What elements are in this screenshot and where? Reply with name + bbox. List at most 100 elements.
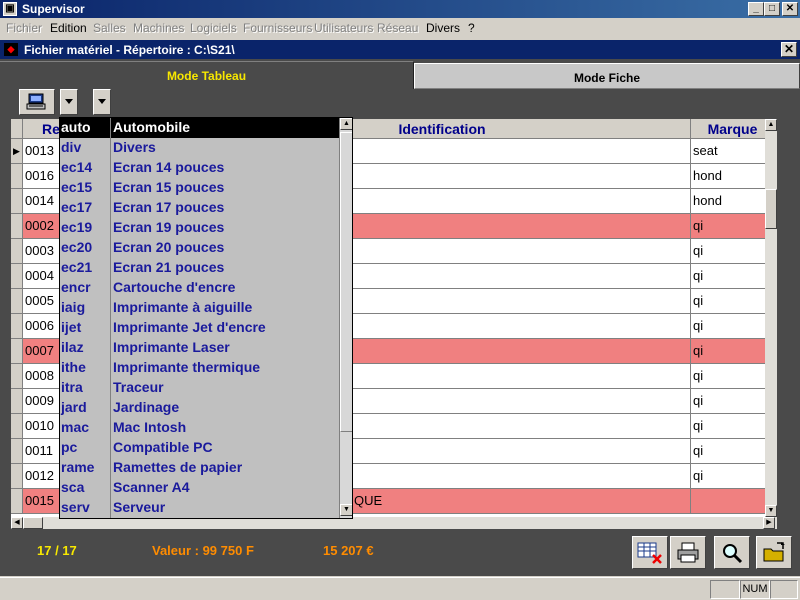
row-indicator[interactable]: [11, 314, 23, 339]
cell-marque[interactable]: qi: [691, 339, 775, 364]
scroll-thumb[interactable]: [765, 189, 777, 229]
row-indicator[interactable]: [11, 439, 23, 464]
dropdown-item[interactable]: ec14 Ecran 14 pouces: [60, 158, 339, 178]
dropdown-item[interactable]: serv Serveur: [60, 498, 339, 518]
column-divider: [110, 198, 111, 218]
dropdown-item[interactable]: ec19 Ecran 19 pouces: [60, 218, 339, 238]
open-button[interactable]: [756, 536, 792, 569]
cell-marque[interactable]: seat: [691, 139, 775, 164]
row-indicator[interactable]: [11, 414, 23, 439]
row-indicator[interactable]: [11, 289, 23, 314]
dropdown-item[interactable]: sca Scanner A4: [60, 478, 339, 498]
dropdown-scrollbar[interactable]: ▲ ▼: [339, 118, 352, 518]
item-code: ilaz: [61, 339, 84, 355]
cell-marque[interactable]: qi: [691, 364, 775, 389]
column-divider: [110, 478, 111, 498]
menu-fichier[interactable]: Fichier: [6, 21, 42, 35]
dropdown-item[interactable]: pc Compatible PC: [60, 438, 339, 458]
menu-reseau[interactable]: Réseau: [377, 21, 418, 35]
computer-filter-button[interactable]: [19, 89, 55, 115]
status-num: NUM: [740, 580, 770, 599]
tab-mode-tableau[interactable]: Mode Tableau: [0, 61, 414, 89]
dropdown-item[interactable]: iaig Imprimante à aiguille: [60, 298, 339, 318]
dropdown-item[interactable]: div Divers: [60, 138, 339, 158]
close-button[interactable]: ✕: [782, 2, 798, 16]
dropdown-item[interactable]: itra Traceur: [60, 378, 339, 398]
total-value-francs: Valeur : 99 750 F: [152, 543, 254, 558]
row-indicator[interactable]: [11, 339, 23, 364]
cell-marque[interactable]: hond: [691, 189, 775, 214]
row-indicator[interactable]: [11, 489, 23, 514]
column-divider: [110, 158, 111, 178]
cell-marque[interactable]: qi: [691, 439, 775, 464]
dropdown-scroll-thumb[interactable]: [340, 132, 352, 432]
menu-salles[interactable]: Salles: [93, 21, 126, 35]
dropdown-item[interactable]: ijet Imprimante Jet d'encre: [60, 318, 339, 338]
scroll-left-button[interactable]: ◀: [11, 517, 23, 529]
scroll-down-button[interactable]: ▼: [765, 505, 777, 517]
scroll-up-button[interactable]: ▲: [765, 119, 777, 131]
column-divider: [110, 218, 111, 238]
dropdown-item[interactable]: ithe Imprimante thermique: [60, 358, 339, 378]
cell-marque[interactable]: qi: [691, 289, 775, 314]
menu-logiciels[interactable]: Logiciels: [190, 21, 237, 35]
category-dropdown-button[interactable]: [60, 89, 78, 115]
item-label: Ecran 17 pouces: [113, 199, 225, 215]
hscroll-thumb[interactable]: [23, 517, 43, 529]
menu-fournisseurs[interactable]: Fournisseurs: [243, 21, 312, 35]
cell-marque[interactable]: qi: [691, 239, 775, 264]
cell-marque[interactable]: [691, 489, 775, 514]
menu-divers[interactable]: Divers: [426, 21, 460, 35]
row-indicator[interactable]: [11, 364, 23, 389]
tab-mode-fiche[interactable]: Mode Fiche: [414, 63, 800, 89]
dropdown-item[interactable]: ec17 Ecran 17 pouces: [60, 198, 339, 218]
category-dropdown-list[interactable]: auto Automobile div Divers ec14 Ecran 14 po…: [59, 117, 353, 519]
menu-edition[interactable]: Edition: [50, 21, 87, 35]
maximize-button[interactable]: □: [764, 2, 780, 16]
dropdown-scroll-up[interactable]: ▲: [340, 118, 352, 130]
cell-marque[interactable]: qi: [691, 264, 775, 289]
dropdown-item[interactable]: rame Ramettes de papier: [60, 458, 339, 478]
status-bar: NUM: [0, 577, 800, 600]
column-divider: [110, 418, 111, 438]
total-value-euros: 15 207 €: [323, 543, 374, 558]
cell-marque[interactable]: qi: [691, 314, 775, 339]
row-indicator[interactable]: [11, 264, 23, 289]
dropdown-item[interactable]: jard Jardinage: [60, 398, 339, 418]
cell-marque[interactable]: qi: [691, 214, 775, 239]
row-indicator[interactable]: [11, 214, 23, 239]
dropdown-item[interactable]: ec20 Ecran 20 pouces: [60, 238, 339, 258]
delete-record-button[interactable]: [632, 536, 668, 569]
cell-marque[interactable]: hond: [691, 164, 775, 189]
dropdown-selected-item[interactable]: auto Automobile: [60, 118, 339, 138]
dropdown-item[interactable]: ec21 Ecran 21 pouces: [60, 258, 339, 278]
item-label: Imprimante Jet d'encre: [113, 319, 266, 335]
dropdown-item[interactable]: ilaz Imprimante Laser: [60, 338, 339, 358]
dropdown-item[interactable]: mac Mac Intosh: [60, 418, 339, 438]
cell-marque[interactable]: qi: [691, 389, 775, 414]
menu-help[interactable]: ?: [468, 21, 475, 35]
dropdown-item[interactable]: ec15 Ecran 15 pouces: [60, 178, 339, 198]
dropdown-item[interactable]: encr Cartouche d'encre: [60, 278, 339, 298]
secondary-dropdown-button[interactable]: [93, 89, 111, 115]
grid-vertical-scrollbar[interactable]: ▲ ▼: [765, 119, 777, 517]
row-indicator[interactable]: [11, 239, 23, 264]
minimize-button[interactable]: _: [748, 2, 764, 16]
row-indicator[interactable]: [11, 189, 23, 214]
dropdown-scroll-down[interactable]: ▼: [340, 504, 352, 516]
cell-marque[interactable]: qi: [691, 464, 775, 489]
row-indicator[interactable]: [11, 464, 23, 489]
print-button[interactable]: [670, 536, 706, 569]
menu-machines[interactable]: Machines: [133, 21, 184, 35]
column-divider: [110, 138, 111, 158]
cell-marque[interactable]: qi: [691, 414, 775, 439]
search-button[interactable]: [714, 536, 750, 569]
row-indicator[interactable]: [11, 389, 23, 414]
row-indicator[interactable]: [11, 164, 23, 189]
scroll-right-button[interactable]: ▶: [763, 517, 775, 529]
row-indicator[interactable]: ▶: [11, 139, 23, 164]
column-header-marque[interactable]: Marque: [691, 119, 775, 139]
document-close-button[interactable]: ✕: [781, 42, 797, 57]
menu-utilisateurs[interactable]: Utilisateurs: [314, 21, 373, 35]
item-code: ec14: [61, 159, 93, 175]
